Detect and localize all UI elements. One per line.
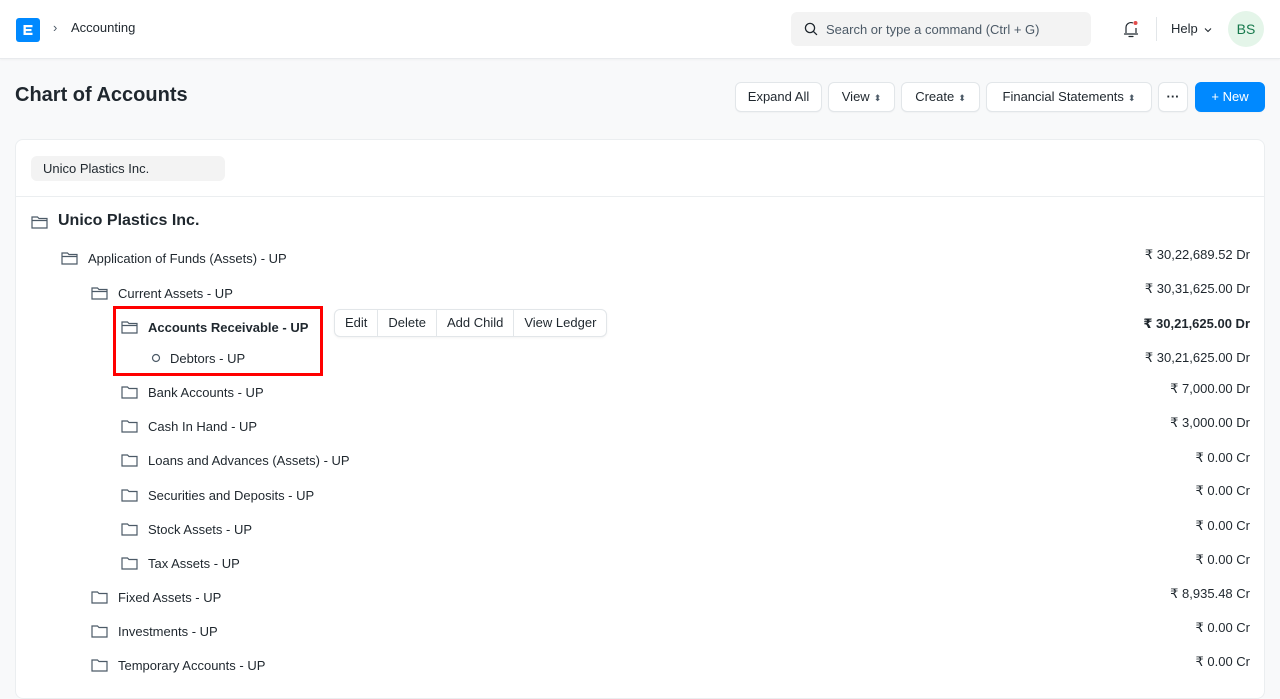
- account-balance: ₹ 0.00 Cr: [1195, 654, 1250, 669]
- help-dropdown[interactable]: Help: [1171, 21, 1212, 36]
- tree-node-label: Current Assets - UP: [118, 286, 233, 301]
- select-arrows-icon: ⬍: [873, 93, 882, 103]
- tree-node-label: Temporary Accounts - UP: [118, 658, 266, 673]
- tree-node-label: Fixed Assets - UP: [118, 590, 222, 605]
- card-divider: [16, 196, 1264, 197]
- account-balance: ₹ 0.00 Cr: [1195, 483, 1250, 498]
- highlight-box: [113, 306, 323, 376]
- app-logo[interactable]: [16, 18, 40, 42]
- folder-icon: [121, 454, 138, 467]
- new-button[interactable]: + New: [1195, 82, 1265, 112]
- account-balance: ₹ 30,21,625.00 Dr: [1144, 350, 1250, 365]
- create-label: Create: [915, 89, 955, 104]
- tree-node-label: Application of Funds (Assets) - UP: [88, 251, 287, 266]
- expand-all-label: Expand All: [747, 89, 810, 104]
- tree-node-label: Tax Assets - UP: [148, 556, 240, 571]
- edit-button[interactable]: Edit: [335, 310, 377, 336]
- tree-node-label: Securities and Deposits - UP: [148, 488, 315, 503]
- more-icon: ···: [1166, 89, 1180, 104]
- folder-icon: [91, 591, 108, 604]
- company-filter[interactable]: Unico Plastics Inc.: [31, 156, 225, 181]
- account-balance: ₹ 7,000.00 Dr: [1170, 381, 1250, 396]
- expand-all-button[interactable]: Expand All: [735, 82, 822, 112]
- create-dropdown-button[interactable]: Create ⬍: [901, 82, 980, 112]
- account-balance: ₹ 0.00 Cr: [1195, 518, 1250, 533]
- folder-icon: [121, 489, 138, 502]
- chevron-down-icon: [1204, 27, 1212, 32]
- view-ledger-button[interactable]: View Ledger: [513, 310, 606, 336]
- folder-open-icon: [61, 252, 78, 265]
- add-child-button[interactable]: Add Child: [435, 310, 513, 336]
- account-balance: ₹ 3,000.00 Dr: [1170, 415, 1250, 430]
- select-arrows-icon: ⬍: [958, 93, 966, 103]
- help-label: Help: [1171, 21, 1198, 36]
- search-input[interactable]: [826, 12, 1081, 46]
- tree-node-label: Stock Assets - UP: [148, 522, 253, 537]
- account-balance: ₹ 0.00 Cr: [1195, 552, 1250, 567]
- view-dropdown-button[interactable]: View ⬍: [828, 82, 895, 112]
- tree-node-label: Cash In Hand - UP: [148, 419, 258, 434]
- folder-icon: [121, 386, 138, 399]
- delete-button[interactable]: Delete: [377, 310, 436, 336]
- account-balance: ₹ 0.00 Cr: [1195, 620, 1250, 635]
- tree-node-label: Investments - UP: [118, 624, 218, 639]
- more-actions-button[interactable]: ···: [1158, 82, 1188, 112]
- page-title: Chart of Accounts: [15, 84, 188, 106]
- search-bar[interactable]: [791, 12, 1091, 46]
- financial-statements-dropdown-button[interactable]: Financial Statements ⬍: [986, 82, 1152, 112]
- tree-node-label: Bank Accounts - UP: [148, 385, 264, 400]
- account-balance: ₹ 30,22,689.52 Dr: [1144, 247, 1250, 262]
- tree-node-label: Loans and Advances (Assets) - UP: [148, 453, 350, 468]
- tree-node-label: Unico Plastics Inc.: [58, 212, 200, 229]
- user-avatar[interactable]: BS: [1228, 11, 1264, 47]
- view-label: View: [841, 89, 870, 104]
- folder-icon: [121, 523, 138, 536]
- notification-dot: [1133, 21, 1138, 25]
- navbar: › Accounting Help BS: [0, 0, 1280, 59]
- folder-icon: [91, 625, 108, 638]
- breadcrumb-chevron-icon: ›: [53, 20, 58, 35]
- new-label: + New: [1211, 89, 1249, 104]
- erpnext-logo-icon: [23, 25, 33, 35]
- folder-icon: [121, 557, 138, 570]
- folder-icon: [121, 420, 138, 433]
- folder-icon: [91, 659, 108, 672]
- notification-bell-icon[interactable]: [1122, 19, 1140, 39]
- account-balance: ₹ 8,935.48 Cr: [1170, 586, 1250, 601]
- search-icon: [804, 22, 818, 36]
- breadcrumb-accounting[interactable]: Accounting: [71, 20, 135, 35]
- financial-statements-label: Financial Statements: [1002, 89, 1124, 104]
- folder-open-icon: [91, 287, 108, 300]
- account-balance: ₹ 0.00 Cr: [1195, 450, 1250, 465]
- row-action-group: Edit Delete Add Child View Ledger: [334, 309, 608, 337]
- folder-open-icon: [31, 216, 48, 229]
- navbar-divider: [1156, 17, 1157, 41]
- select-arrows-icon: ⬍: [1127, 93, 1136, 103]
- account-balance: ₹ 30,31,625.00 Dr: [1144, 281, 1250, 296]
- account-balance: ₹ 30,21,625.00 Dr: [1143, 316, 1250, 331]
